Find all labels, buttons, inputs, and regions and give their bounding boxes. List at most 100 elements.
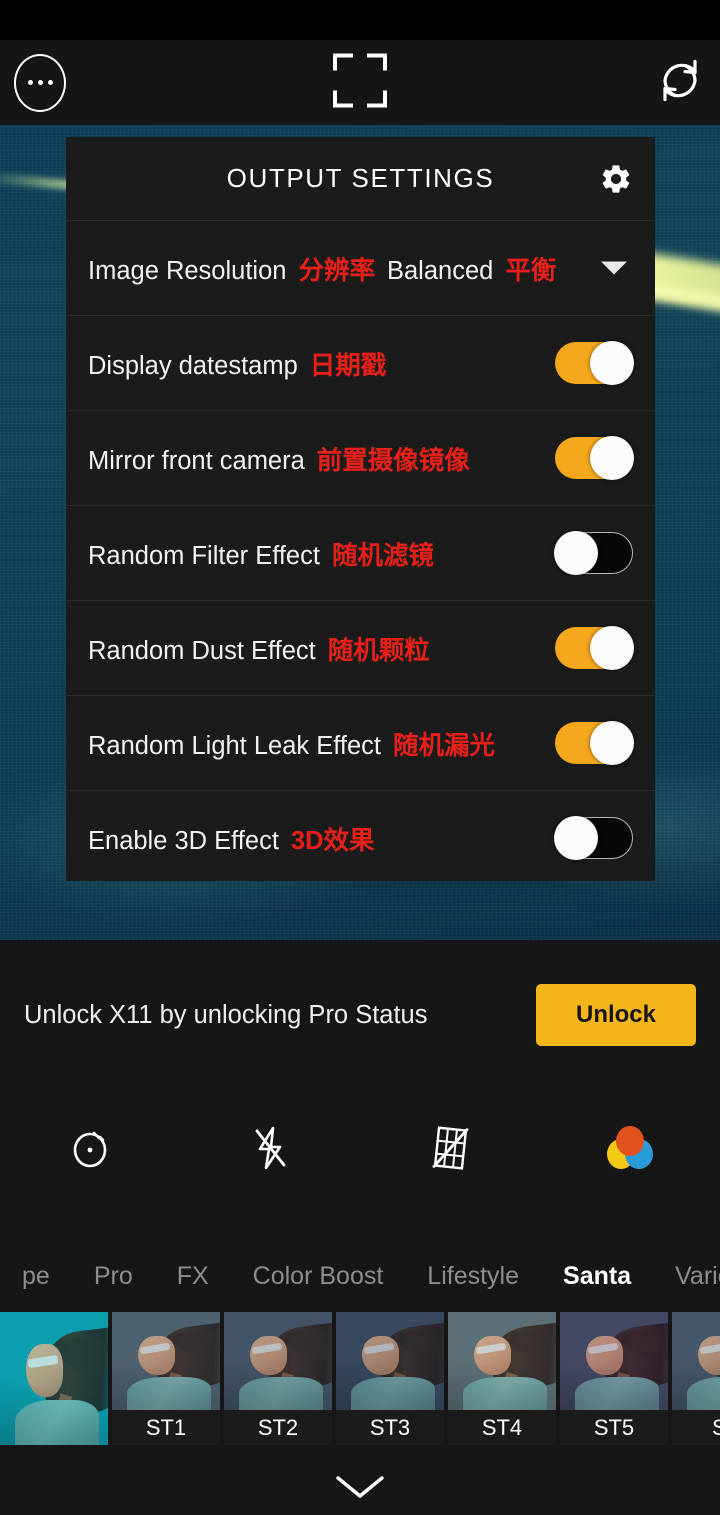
filter-thumbnail-st2[interactable]: ST2 xyxy=(224,1312,332,1445)
setting-label-en: Display datestamp xyxy=(88,351,298,380)
setting-label-cn: 随机颗粒 xyxy=(327,636,430,665)
setting-label-en: Random Dust Effect xyxy=(88,636,316,665)
thumbnail-preview xyxy=(224,1312,332,1410)
setting-label-cn: 分辨率 xyxy=(298,256,375,285)
portrait-illustration xyxy=(336,1312,444,1410)
toggle-knob xyxy=(554,816,598,860)
setting-row-random-dust-effect[interactable]: Random Dust Effect 随机颗粒 xyxy=(66,600,655,695)
toggle-random-light-leak-effect[interactable] xyxy=(555,721,634,765)
color-filter-icon xyxy=(607,1125,653,1170)
filter-thumbnail-original[interactable] xyxy=(0,1312,108,1445)
more-options-button[interactable] xyxy=(14,53,66,112)
thumbnail-preview xyxy=(560,1312,668,1410)
toggle-random-dust-effect[interactable] xyxy=(555,626,634,670)
switch-camera-icon xyxy=(663,59,697,101)
portrait-illustration xyxy=(672,1312,720,1410)
thumbnail-preview xyxy=(448,1312,556,1410)
row-label: Display datestamp 日期戳 xyxy=(88,345,386,382)
switch-camera-button[interactable] xyxy=(654,54,706,111)
ellipsis-circle-icon xyxy=(14,53,66,112)
setting-label-en: Random Light Leak Effect xyxy=(88,731,381,760)
toggle-mirror-front-camera[interactable] xyxy=(555,436,634,480)
portrait-illustration xyxy=(0,1312,108,1445)
filter-thumbnail-st3[interactable]: ST3 xyxy=(336,1312,444,1445)
toggle-knob xyxy=(554,531,598,575)
crop-frame-button[interactable] xyxy=(331,50,389,115)
portrait-illustration xyxy=(112,1312,220,1410)
filter-category-tabs[interactable]: pe Pro FX Color Boost Lifestyle Santa Va… xyxy=(0,1240,720,1312)
setting-label-en: Image Resolution xyxy=(88,256,287,285)
thumbnail-label: ST2 xyxy=(224,1410,332,1445)
row-label: Random Light Leak Effect 随机漏光 xyxy=(88,725,495,762)
unlock-button[interactable]: Unlock xyxy=(536,984,696,1046)
thumbnail-preview xyxy=(336,1312,444,1410)
toggle-display-datestamp[interactable] xyxy=(555,341,634,385)
page-title: OUTPUT SETTINGS xyxy=(226,163,495,193)
setting-label-en: Random Filter Effect xyxy=(88,541,320,570)
row-label: Mirror front camera 前置摄像镜像 xyxy=(88,440,470,477)
tab-various[interactable]: Various xyxy=(653,1262,720,1291)
camera-controls-row xyxy=(0,1090,720,1205)
flash-off-button[interactable] xyxy=(180,1123,360,1173)
chevron-down-icon xyxy=(336,1476,384,1498)
toggle-knob xyxy=(590,341,634,385)
tab-landscape[interactable]: pe xyxy=(0,1262,72,1291)
thumbnail-preview xyxy=(672,1312,720,1410)
setting-row-random-light-leak-effect[interactable]: Random Light Leak Effect 随机漏光 xyxy=(66,695,655,790)
thumbnail-label: ST3 xyxy=(336,1410,444,1445)
output-settings-panel: OUTPUT SETTINGS Image Resolution 分辨率 Bal… xyxy=(66,137,655,881)
filter-thumbnail-st5[interactable]: ST5 xyxy=(560,1312,668,1445)
setting-row-image-resolution[interactable]: Image Resolution 分辨率 Balanced 平衡 xyxy=(66,220,655,315)
setting-label-cn: 日期戳 xyxy=(309,351,387,380)
color-circle-orange xyxy=(616,1125,644,1156)
setting-label-cn: 随机滤镜 xyxy=(331,541,434,570)
filter-thumbnail-st1[interactable]: ST1 xyxy=(112,1312,220,1445)
row-label: Enable 3D Effect 3D效果 xyxy=(88,820,375,857)
setting-row-mirror-front-camera[interactable]: Mirror front camera 前置摄像镜像 xyxy=(66,410,655,505)
thumbnail-preview xyxy=(112,1312,220,1410)
crop-frame-icon xyxy=(333,53,387,107)
portrait-illustration xyxy=(560,1312,668,1410)
self-timer-icon xyxy=(73,1131,107,1167)
setting-label-en: Enable 3D Effect xyxy=(88,826,279,855)
setting-value-en: Balanced xyxy=(386,256,494,285)
filter-thumbnail-st6[interactable]: ST xyxy=(672,1312,720,1445)
app-screen: OUTPUT SETTINGS Image Resolution 分辨率 Bal… xyxy=(0,0,720,1515)
flash-off-icon xyxy=(255,1126,286,1169)
pro-upsell-banner: Unlock X11 by unlocking Pro Status Unloc… xyxy=(0,940,720,1090)
panel-header: OUTPUT SETTINGS xyxy=(66,137,655,220)
row-label: Image Resolution 分辨率 Balanced 平衡 xyxy=(88,250,556,287)
color-filters-button[interactable] xyxy=(540,1125,720,1170)
tab-pro[interactable]: Pro xyxy=(72,1262,155,1291)
tab-lifestyle[interactable]: Lifestyle xyxy=(405,1262,541,1291)
collapse-panel-button[interactable] xyxy=(332,1470,388,1507)
setting-value-cn: 平衡 xyxy=(505,256,557,285)
promo-message: Unlock X11 by unlocking Pro Status xyxy=(24,1000,428,1029)
thumbnail-label: ST xyxy=(672,1410,720,1445)
self-timer-button[interactable] xyxy=(0,1125,180,1171)
tab-color-boost[interactable]: Color Boost xyxy=(231,1262,406,1291)
grid-off-button[interactable] xyxy=(360,1122,540,1174)
row-label: Random Dust Effect 随机颗粒 xyxy=(88,630,430,667)
portrait-illustration xyxy=(448,1312,556,1410)
setting-row-display-datestamp[interactable]: Display datestamp 日期戳 xyxy=(66,315,655,410)
camera-top-toolbar xyxy=(0,40,720,125)
thumbnail-label: ST4 xyxy=(448,1410,556,1445)
thumbnail-label: ST5 xyxy=(560,1410,668,1445)
filter-thumbnail-strip[interactable]: ST1 ST2 ST3 ST4 ST5 S xyxy=(0,1312,720,1445)
filter-thumbnail-st4[interactable]: ST4 xyxy=(448,1312,556,1445)
status-bar xyxy=(0,0,720,40)
toggle-knob xyxy=(590,436,634,480)
portrait-illustration xyxy=(224,1312,332,1410)
gear-icon[interactable] xyxy=(599,162,633,196)
toggle-random-filter-effect[interactable] xyxy=(554,531,633,575)
chevron-down-icon[interactable] xyxy=(601,261,627,275)
setting-row-enable-3d-effect[interactable]: Enable 3D Effect 3D效果 xyxy=(66,790,655,885)
tab-santa[interactable]: Santa xyxy=(541,1262,653,1291)
setting-label-cn: 前置摄像镜像 xyxy=(316,446,470,475)
toggle-enable-3d-effect[interactable] xyxy=(554,816,633,860)
tab-fx[interactable]: FX xyxy=(155,1262,231,1291)
grid-off-icon xyxy=(432,1125,469,1170)
setting-label-cn: 随机漏光 xyxy=(392,731,495,760)
setting-row-random-filter-effect[interactable]: Random Filter Effect 随机滤镜 xyxy=(66,505,655,600)
